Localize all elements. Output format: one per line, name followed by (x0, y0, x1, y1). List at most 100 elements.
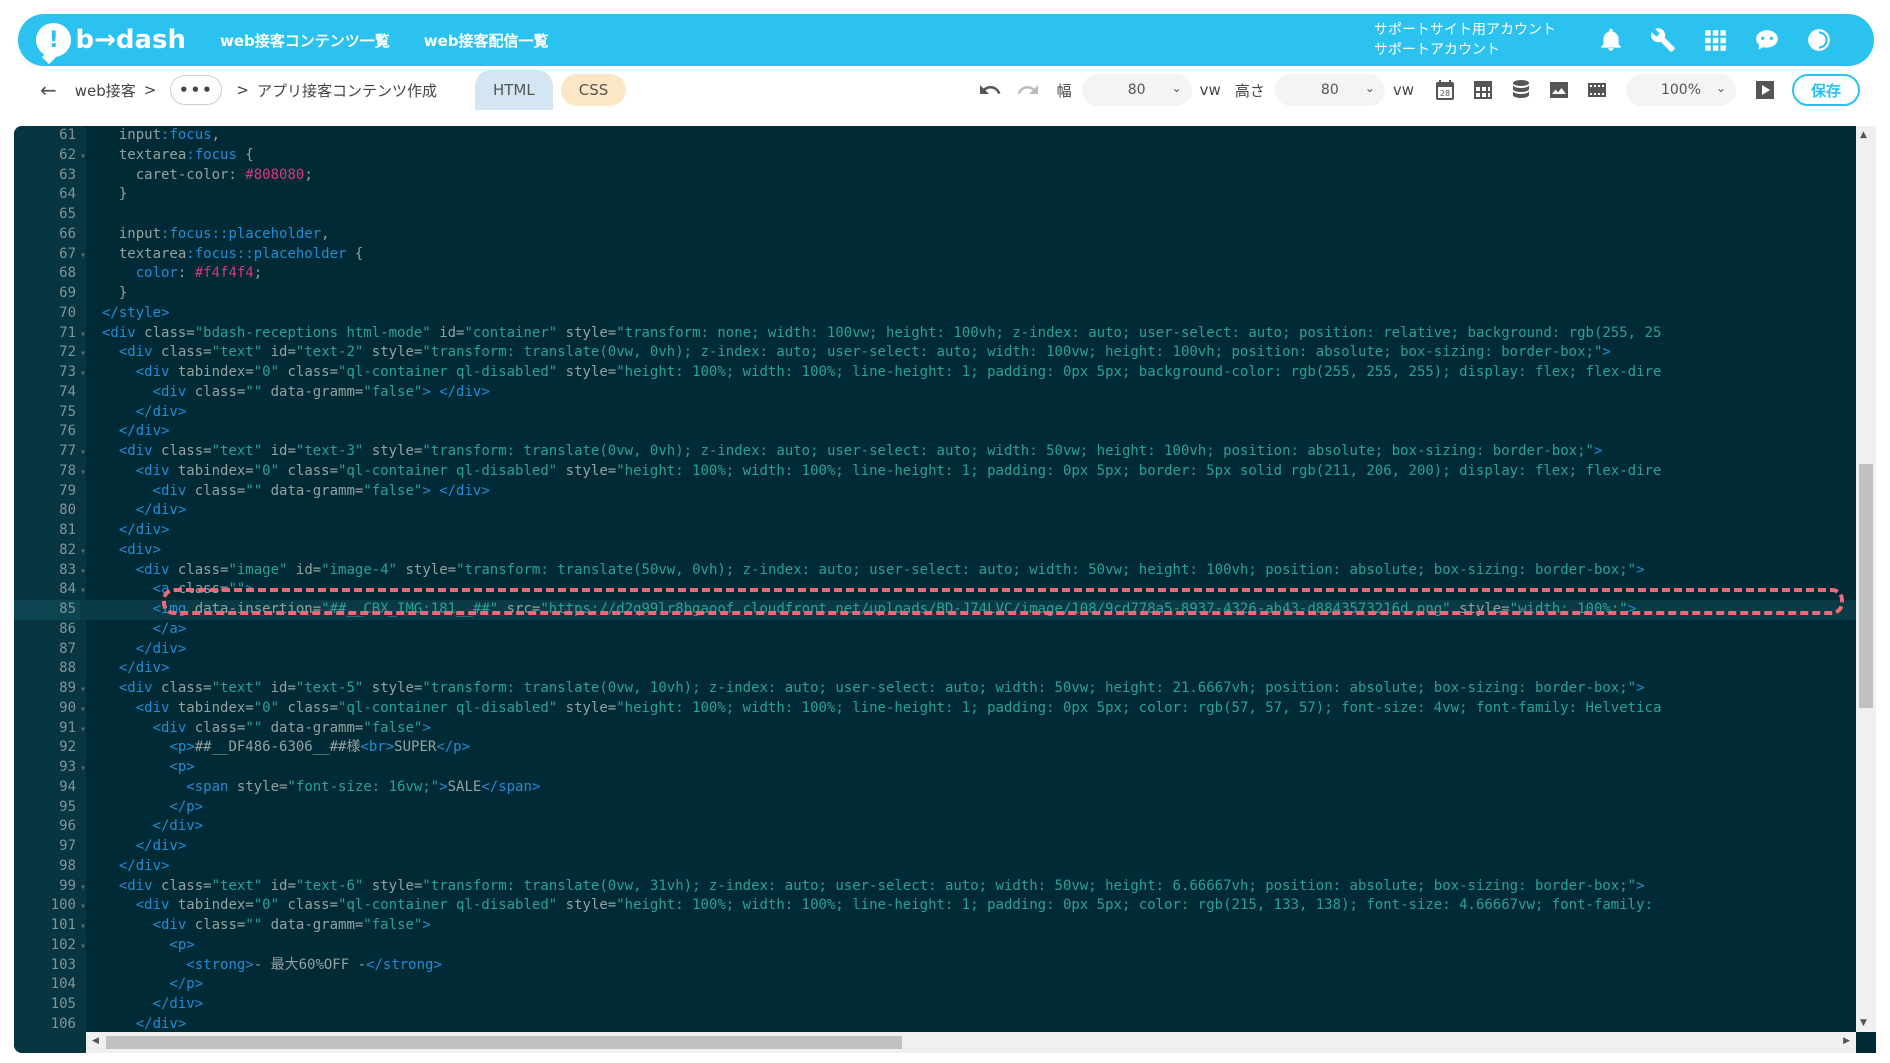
code-line[interactable]: 93 ▾ <p> (14, 758, 1856, 778)
logout-icon[interactable] (1804, 25, 1834, 55)
bdash-logo[interactable]: ! b→dash (36, 23, 186, 57)
code-text[interactable]: <div tabindex="0" class="ql-container ql… (94, 363, 1662, 383)
code-line[interactable]: 66 input:focus::placeholder, (14, 225, 1856, 245)
code-text[interactable]: <div tabindex="0" class="ql-container ql… (94, 896, 1653, 916)
code-line[interactable]: 89 ▾ <div class="text" id="text-5" style=… (14, 679, 1856, 699)
vertical-scrollbar[interactable]: ▲ ▼ (1856, 126, 1876, 1032)
code-line[interactable]: 85 <img data-insertion="##__CBX_IMG:181_… (14, 600, 1856, 620)
code-line[interactable]: 90 ▾ <div tabindex="0" class="ql-containe… (14, 699, 1856, 719)
table-icon[interactable] (1468, 75, 1498, 105)
code-line[interactable]: 98 </div> (14, 857, 1856, 877)
code-line[interactable]: 70 </style> (14, 304, 1856, 324)
code-line[interactable]: 92 <p>##__DF486-6306__##様<br>SUPER</p> (14, 738, 1856, 758)
code-text[interactable]: textarea:focus { (94, 146, 254, 166)
code-text[interactable]: </a> (94, 620, 187, 640)
code-line[interactable]: 103 <strong>- 最大60%OFF -</strong> (14, 956, 1856, 976)
code-text[interactable]: <div> (94, 541, 161, 561)
calendar-icon[interactable]: 28 (1430, 75, 1460, 105)
code-line[interactable]: 77 ▾ <div class="text" id="text-3" style=… (14, 442, 1856, 462)
code-text[interactable]: <div class="text" id="text-5" style="tra… (94, 679, 1645, 699)
code-text[interactable]: <span style="font-size: 16vw;">SALE</spa… (94, 778, 540, 798)
code-text[interactable]: </style> (94, 304, 169, 324)
code-text[interactable]: <p> (94, 936, 194, 956)
horizontal-scroll-thumb[interactable] (106, 1036, 902, 1049)
code-text[interactable]: <p>##__DF486-6306__##様<br>SUPER</p> (94, 738, 470, 758)
horizontal-scrollbar[interactable]: ◀ ▶ (86, 1032, 1856, 1053)
code-text[interactable]: </div> (94, 1015, 187, 1032)
code-text[interactable]: <div class="bdash-receptions html-mode" … (94, 324, 1661, 344)
code-text[interactable]: input:focus, (94, 126, 220, 146)
nav-web-content-list[interactable]: web接客コンテンツ一覧 (220, 30, 390, 51)
fold-marker-icon[interactable]: ▾ (80, 759, 94, 779)
fold-marker-icon[interactable]: ▾ (80, 917, 94, 937)
code-line[interactable]: 106 </div> (14, 1015, 1856, 1032)
fold-marker-icon[interactable]: ▾ (80, 344, 94, 364)
code-text[interactable]: <div class="" data-gramm="false"> (94, 916, 431, 936)
code-line[interactable]: 64 } (14, 185, 1856, 205)
scroll-right-icon[interactable]: ▶ (1843, 1036, 1850, 1046)
code-text[interactable]: </div> (94, 640, 187, 660)
code-text[interactable]: </div> (94, 659, 170, 679)
code-text[interactable]: <div class="text" id="text-3" style="tra… (94, 442, 1603, 462)
code-line[interactable]: 79 <div class="" data-gramm="false"> </d… (14, 482, 1856, 502)
chat-bot-icon[interactable] (1752, 25, 1782, 55)
fold-marker-icon[interactable]: ▾ (80, 443, 94, 463)
code-line[interactable]: 105 </div> (14, 995, 1856, 1015)
code-text[interactable]: </div> (94, 995, 204, 1015)
code-line[interactable]: 91 ▾ <div class="" data-gramm="false"> (14, 719, 1856, 739)
code-text[interactable]: <div tabindex="0" class="ql-container ql… (94, 462, 1662, 482)
code-text[interactable]: <div class="" data-gramm="false"> (94, 719, 431, 739)
fold-marker-icon[interactable]: ▾ (80, 581, 94, 601)
code-line[interactable]: 97 </div> (14, 837, 1856, 857)
fold-marker-icon[interactable]: ▾ (80, 700, 94, 720)
code-text[interactable]: </div> (94, 501, 187, 521)
code-text[interactable]: input:focus::placeholder, (94, 225, 330, 245)
code-line[interactable]: 65 (14, 205, 1856, 225)
code-text[interactable]: <div class="" data-gramm="false"> </div> (94, 482, 490, 502)
code-lines[interactable]: 61 input:focus, 62 ▾ textarea:focus {63 ca… (14, 126, 1856, 1032)
code-line[interactable]: 81 </div> (14, 521, 1856, 541)
code-text[interactable]: </div> (94, 857, 170, 877)
code-line[interactable]: 104 </p> (14, 975, 1856, 995)
code-text[interactable]: <img data-insertion="##__CBX_IMG:181__##… (94, 600, 1637, 620)
code-line[interactable]: 100 ▾ <div tabindex="0" class="ql-contain… (14, 896, 1856, 916)
video-icon[interactable] (1582, 75, 1612, 105)
fold-marker-icon[interactable]: ▾ (80, 720, 94, 740)
code-text[interactable]: <div class="text" id="text-2" style="tra… (94, 343, 1611, 363)
code-line[interactable]: 76 </div> (14, 422, 1856, 442)
code-line[interactable]: 74 <div class="" data-gramm="false"> </d… (14, 383, 1856, 403)
fold-marker-icon[interactable]: ▾ (80, 364, 94, 384)
code-line[interactable]: 62 ▾ textarea:focus { (14, 146, 1856, 166)
code-line[interactable]: 99 ▾ <div class="text" id="text-6" style=… (14, 877, 1856, 897)
code-line[interactable]: 75 </div> (14, 403, 1856, 423)
back-arrow-icon[interactable]: ← (40, 78, 57, 102)
code-text[interactable]: </div> (94, 422, 170, 442)
code-text[interactable]: caret-color: #808080; (94, 166, 313, 186)
fold-marker-icon[interactable]: ▾ (80, 897, 94, 917)
tab-html[interactable]: HTML (474, 70, 553, 110)
code-line[interactable]: 80 </div> (14, 501, 1856, 521)
code-text[interactable]: <a class=""> (94, 580, 254, 600)
code-line[interactable]: 61 input:focus, (14, 126, 1856, 146)
code-text[interactable]: <div tabindex="0" class="ql-container ql… (94, 699, 1662, 719)
code-line[interactable]: 78 ▾ <div tabindex="0" class="ql-containe… (14, 462, 1856, 482)
fold-marker-icon[interactable]: ▾ (80, 147, 94, 167)
code-line[interactable]: 71 ▾ <div class="bdash-receptions html-mod… (14, 324, 1856, 344)
code-line[interactable]: 86 </a> (14, 620, 1856, 640)
code-text[interactable]: </div> (94, 403, 187, 423)
fold-marker-icon[interactable]: ▾ (80, 878, 94, 898)
code-text[interactable]: <div class="image" id="image-4" style="t… (94, 561, 1645, 581)
code-text[interactable]: <strong>- 最大60%OFF -</strong> (94, 956, 442, 976)
fold-marker-icon[interactable]: ▾ (80, 680, 94, 700)
scroll-down-icon[interactable]: ▼ (1860, 1018, 1867, 1028)
scroll-left-icon[interactable]: ◀ (92, 1036, 99, 1046)
undo-icon[interactable] (975, 75, 1005, 105)
code-line[interactable]: 69 } (14, 284, 1856, 304)
code-line[interactable]: 73 ▾ <div tabindex="0" class="ql-containe… (14, 363, 1856, 383)
fold-marker-icon[interactable]: ▾ (80, 542, 94, 562)
code-text[interactable]: textarea:focus::placeholder { (94, 245, 363, 265)
zoom-select[interactable]: 100% ⌄ (1626, 74, 1736, 106)
grid-icon[interactable] (1700, 25, 1730, 55)
tab-css[interactable]: CSS (560, 74, 627, 106)
code-line[interactable]: 95 </p> (14, 798, 1856, 818)
